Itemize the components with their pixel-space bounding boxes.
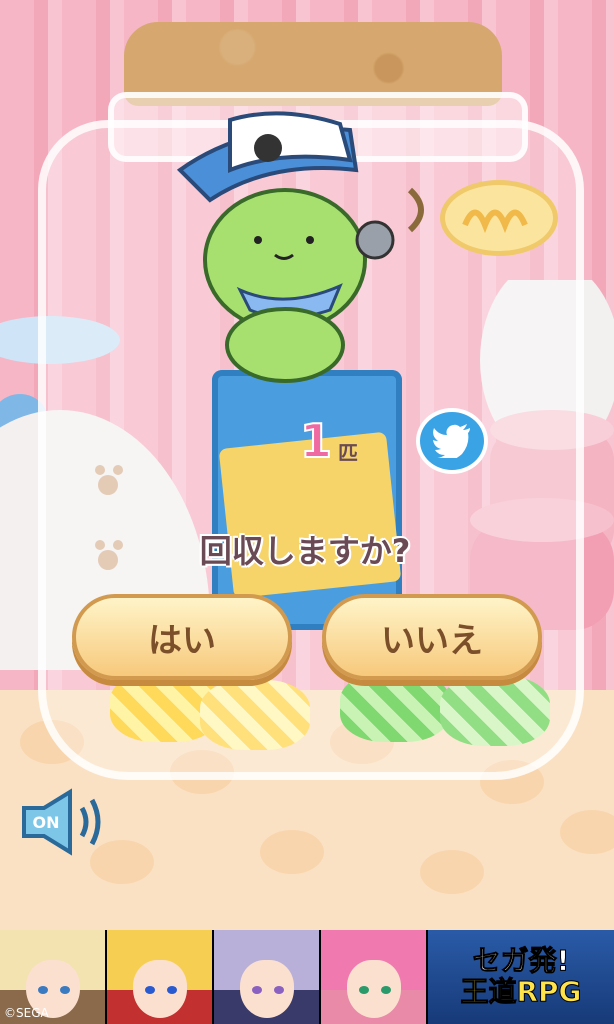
candy-yellow-2 [200,680,310,750]
ad-character-4 [321,930,428,1024]
ad-headline: セガ発! [472,944,570,978]
collect-count: 1 匹 [299,414,359,468]
game-scene: 1 匹 回収しますか? はい いいえ ON [0,0,614,930]
sound-toggle-button[interactable]: ON [18,786,108,858]
no-button[interactable]: いいえ [322,594,542,680]
ad-copy: セガ発! 王道RPG [428,930,614,1024]
ad-credit: ©SEGA [4,1006,49,1020]
ad-character-2 [107,930,214,1024]
count-unit: 匹 [338,441,359,465]
candy-green [340,672,450,742]
sound-label: ON [33,813,60,832]
yes-button[interactable]: はい [72,594,292,680]
speaker-icon: ON [22,788,101,856]
ad-subheadline: 王道RPG [460,975,582,1008]
jar-tag [440,180,558,256]
ad-banner[interactable]: セガ発! 王道RPG [0,930,614,1024]
ad-character-3 [214,930,321,1024]
count-value: 1 [299,414,333,468]
twitter-share-button[interactable] [416,408,488,474]
collect-question: 回収しますか? [199,532,411,570]
twitter-icon [432,424,470,458]
pirate-cat-character [176,111,424,383]
candy-green-2 [440,676,550,746]
